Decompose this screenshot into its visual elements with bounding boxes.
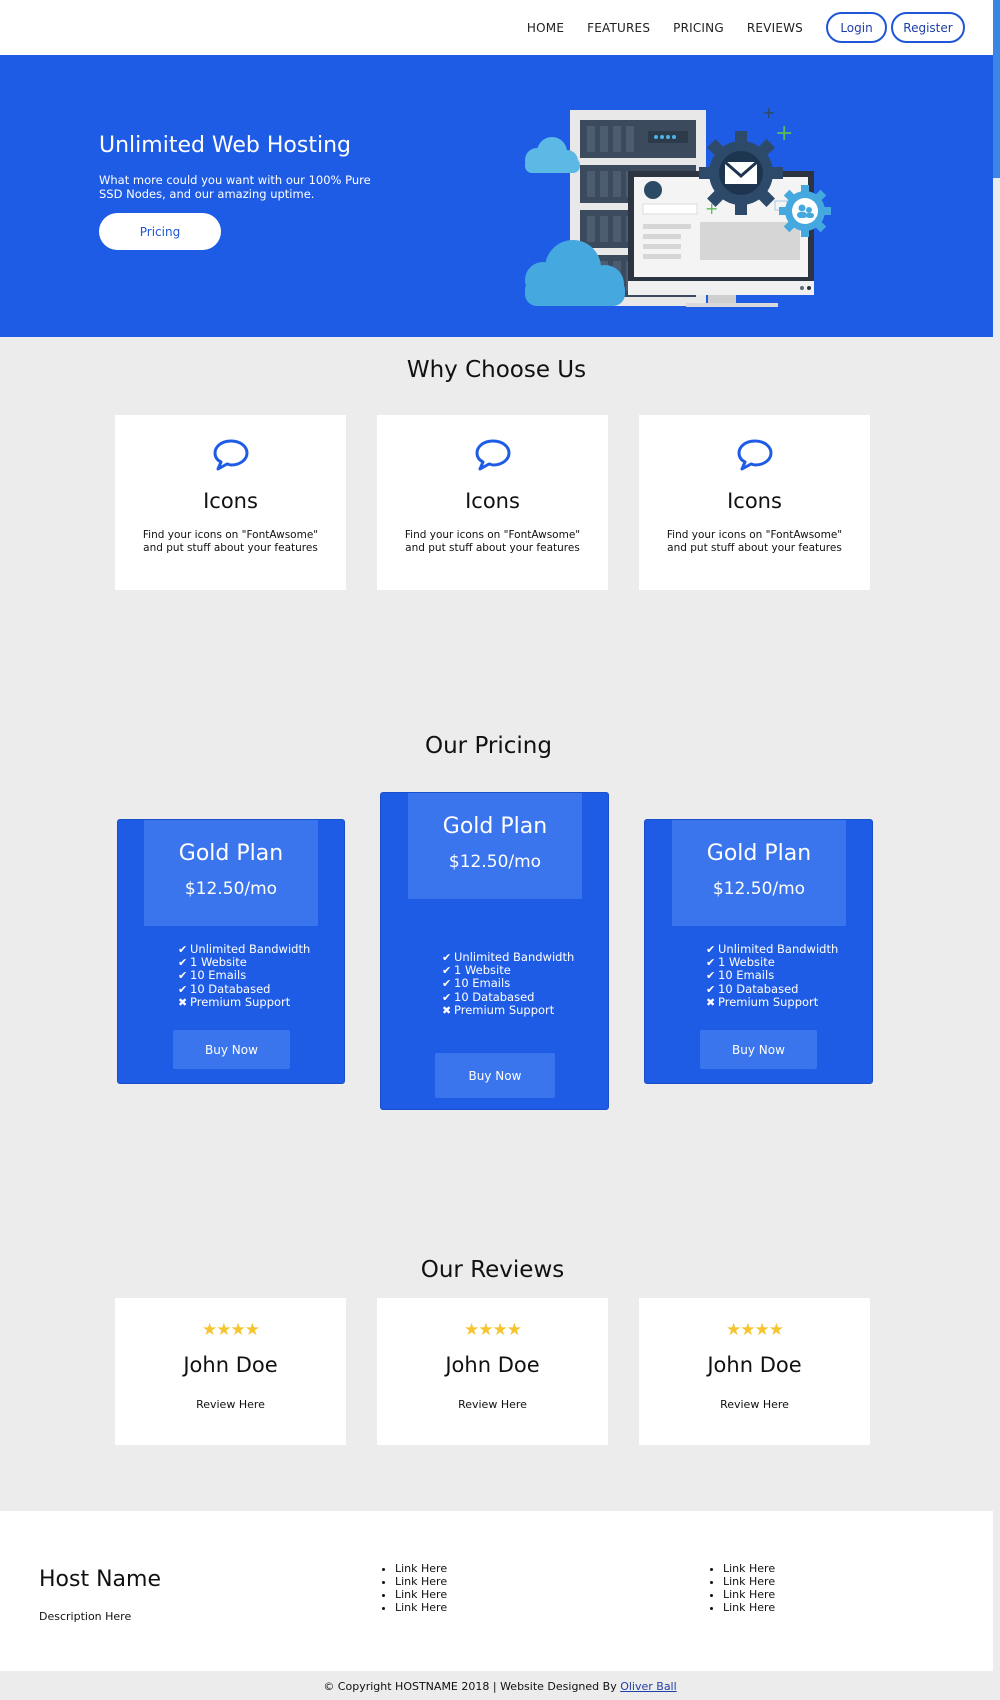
cross-icon: ✖ [706, 995, 716, 1009]
hero-title: Unlimited Web Hosting [99, 133, 352, 158]
check-icon: ✔ [178, 982, 188, 996]
plan-name: Gold Plan [706, 841, 812, 866]
review-text: Review Here [196, 1398, 265, 1411]
nav-reviews-link[interactable]: REVIEWS [747, 21, 803, 35]
footer-description: Description Here [39, 1610, 132, 1623]
svg-text:+: + [762, 103, 775, 122]
copyright-text: © Copyright HOSTNAME 2018 | Website Desi… [323, 1680, 621, 1693]
pricing-plan-card-featured: Gold Plan $12.50/mo ✔ Unlimited Bandwidth… [380, 792, 609, 1110]
plan-price: $12.50/mo [712, 879, 806, 899]
plan-feature: ✖ Premium Support [706, 994, 819, 1009]
review-card: ★★★★ John Doe Review Here [377, 1298, 608, 1445]
footer-links-col2: Link Here Link Here Link Here Link Here [705, 1562, 775, 1614]
plan-feature: ✖ Premium Support [442, 1002, 555, 1017]
footer-link[interactable]: Link Here [723, 1588, 775, 1601]
nav-features-link[interactable]: FEATURES [587, 21, 650, 35]
feature-description: Find your icons on "FontAwsome" and put … [142, 529, 319, 554]
buy-now-button[interactable]: Buy Now [173, 1030, 290, 1069]
copyright-bar: © Copyright HOSTNAME 2018 | Website Desi… [0, 1671, 1000, 1700]
star-rating: ★★★★ [726, 1320, 784, 1340]
pricing-plan-card: Gold Plan $12.50/mo ✔ Unlimited Bandwidth… [117, 819, 345, 1084]
plan-features-list: ✔ Unlimited Bandwidth ✔ 1 Website ✔ 10 Emai… [706, 942, 838, 1009]
nav-links: HOME FEATURES PRICING REVIEWS Login Regi… [527, 12, 965, 43]
buy-now-button[interactable]: Buy Now [435, 1053, 555, 1098]
chat-bubble-icon [213, 439, 249, 471]
hero-description: What more could you want with our 100% P… [99, 173, 371, 201]
footer-link[interactable]: Link Here [395, 1601, 447, 1614]
reviewer-name: John Doe [183, 1353, 278, 1377]
designer-link[interactable]: Oliver Ball [620, 1680, 676, 1693]
top-navbar: HOME FEATURES PRICING REVIEWS Login Regi… [0, 0, 993, 55]
plan-name: Gold Plan [178, 841, 284, 866]
plan-features-list: ✔ Unlimited Bandwidth ✔ 1 Website ✔ 10 Emai… [442, 950, 574, 1017]
check-icon: ✔ [178, 943, 188, 956]
footer-link[interactable]: Link Here [395, 1575, 447, 1588]
reviews-heading: Our Reviews [420, 1257, 565, 1283]
plan-price: $12.50/mo [448, 852, 542, 872]
plan-header: Gold Plan $12.50/mo [408, 793, 582, 899]
footer-host-name: Host Name [39, 1567, 161, 1592]
star-rating: ★★★★ [464, 1320, 522, 1340]
check-icon: ✔ [442, 977, 452, 991]
footer-link[interactable]: Link Here [395, 1588, 447, 1601]
scrollbar-thumb[interactable] [993, 0, 1000, 178]
reviewer-name: John Doe [445, 1353, 540, 1377]
reviewer-name: John Doe [707, 1353, 802, 1377]
plan-features-list: ✔ Unlimited Bandwidth ✔ 1 Website ✔ 10 Emai… [178, 942, 310, 1009]
check-icon: ✔ [706, 943, 716, 956]
plan-header: Gold Plan $12.50/mo [672, 820, 846, 926]
feature-title: Icons [465, 489, 520, 513]
review-text: Review Here [458, 1398, 527, 1411]
pricing-plan-card: Gold Plan $12.50/mo ✔ Unlimited Bandwidth… [644, 819, 873, 1084]
plan-feature: ✖ Premium Support [178, 994, 291, 1009]
why-choose-us-heading: Why Choose Us [406, 357, 587, 383]
nav-pricing-link[interactable]: PRICING [673, 21, 724, 35]
review-card: ★★★★ John Doe Review Here [115, 1298, 346, 1445]
footer-links-col1: Link Here Link Here Link Here Link Here [377, 1562, 447, 1614]
hero-pricing-button[interactable]: Pricing [99, 213, 221, 250]
footer-link[interactable]: Link Here [723, 1601, 775, 1614]
footer-link[interactable]: Link Here [395, 1562, 447, 1575]
footer-link[interactable]: Link Here [723, 1575, 775, 1588]
buy-now-button[interactable]: Buy Now [700, 1030, 817, 1069]
check-icon: ✔ [178, 969, 188, 983]
cross-icon: ✖ [178, 995, 188, 1009]
svg-text:+: + [775, 121, 793, 146]
register-button[interactable]: Register [891, 12, 965, 43]
review-card: ★★★★ John Doe Review Here [639, 1298, 870, 1445]
check-icon: ✔ [442, 964, 452, 978]
footer-link[interactable]: Link Here [723, 1562, 775, 1575]
check-icon: ✔ [178, 956, 188, 970]
feature-description: Find your icons on "FontAwsome" and put … [404, 529, 581, 554]
feature-card: Icons Find your icons on "FontAwsome" an… [377, 415, 608, 590]
chat-bubble-icon [475, 439, 511, 471]
check-icon: ✔ [706, 956, 716, 970]
feature-title: Icons [203, 489, 258, 513]
chat-bubble-icon [737, 439, 773, 471]
footer: Host Name Description Here Link Here Lin… [0, 1511, 993, 1671]
check-icon: ✔ [442, 990, 452, 1004]
check-icon: ✔ [706, 982, 716, 996]
star-rating: ★★★★ [202, 1320, 260, 1340]
review-text: Review Here [720, 1398, 789, 1411]
hosting-illustration: + + + [525, 103, 831, 307]
feature-card: Icons Find your icons on "FontAwsome" an… [639, 415, 870, 590]
nav-home-link[interactable]: HOME [527, 21, 564, 35]
feature-card: Icons Find your icons on "FontAwsome" an… [115, 415, 346, 590]
pricing-heading: Our Pricing [425, 733, 552, 759]
feature-description: Find your icons on "FontAwsome" and put … [666, 529, 843, 554]
login-button[interactable]: Login [826, 12, 887, 43]
check-icon: ✔ [442, 951, 452, 964]
plan-name: Gold Plan [442, 814, 548, 839]
cross-icon: ✖ [442, 1003, 452, 1017]
feature-title: Icons [727, 489, 782, 513]
hero-banner: Unlimited Web Hosting What more could yo… [0, 55, 993, 337]
plan-header: Gold Plan $12.50/mo [144, 820, 318, 926]
check-icon: ✔ [706, 969, 716, 983]
plan-price: $12.50/mo [184, 879, 278, 899]
